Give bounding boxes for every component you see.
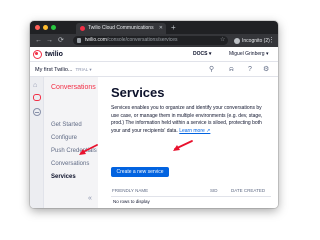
annotation-overlay — [79, 140, 193, 155]
arrow-to-create-button-annotation — [173, 140, 193, 151]
screenshot-stage: Twilio Cloud Communications ✕ + ← → ⟳ tw… — [0, 0, 308, 240]
arrow-to-services-annotation — [79, 144, 98, 155]
